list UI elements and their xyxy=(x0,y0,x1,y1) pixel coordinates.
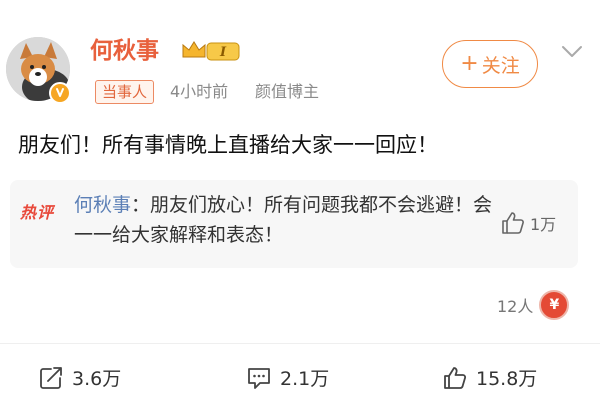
share-icon xyxy=(40,366,62,389)
comment-count: 2.1万 xyxy=(280,368,330,390)
like-button[interactable]: 15.8万 xyxy=(442,364,537,391)
hot-comment-user[interactable]: 何秋事 xyxy=(74,194,131,216)
comment-button[interactable]: 2.1万 xyxy=(246,364,329,391)
thumbs-up-icon xyxy=(502,212,524,234)
coin-icon: ¥ xyxy=(539,290,570,320)
post-time: 4小时前 xyxy=(170,82,229,101)
hot-comment-box[interactable]: 热评 何秋事：朋友们放心！所有问题我都不会逃避！会一一给大家解释和表态！ 1万 xyxy=(10,180,578,268)
plus-icon: + xyxy=(460,51,479,76)
hot-comment-label: 热评 xyxy=(20,203,55,222)
comment-icon xyxy=(248,367,270,389)
hot-comment-like-button[interactable]: 1万 xyxy=(500,210,556,236)
share-button[interactable]: 3.6万 xyxy=(38,364,121,391)
reward-row[interactable]: 12人 ¥ xyxy=(497,290,570,320)
divider xyxy=(0,343,600,344)
verified-icon xyxy=(49,82,71,104)
hot-comment-separator: ： xyxy=(131,194,151,216)
follow-label: 关注 xyxy=(481,54,520,77)
hot-comment-text: 何秋事：朋友们放心！所有问题我都不会逃避！会一一给大家解释和表态！ xyxy=(74,190,494,250)
chevron-down-icon[interactable] xyxy=(561,44,583,60)
post-content: 朋友们！所有事情晚上直播给大家一一回应！ xyxy=(18,133,438,157)
thumbs-up-icon xyxy=(444,366,467,389)
svg-text:I: I xyxy=(219,45,227,60)
reward-count: 12人 xyxy=(497,297,534,316)
author-tag: 当事人 xyxy=(95,80,155,104)
share-count: 3.6万 xyxy=(72,368,122,390)
author-role: 颜值博主 xyxy=(255,82,320,101)
hot-comment-like-count: 1万 xyxy=(530,215,557,234)
like-count: 15.8万 xyxy=(476,368,538,390)
follow-button[interactable]: + 关注 xyxy=(442,40,538,88)
crown-rank-badge-icon: I xyxy=(182,41,240,61)
author-name[interactable]: 何秋事 xyxy=(90,36,159,66)
